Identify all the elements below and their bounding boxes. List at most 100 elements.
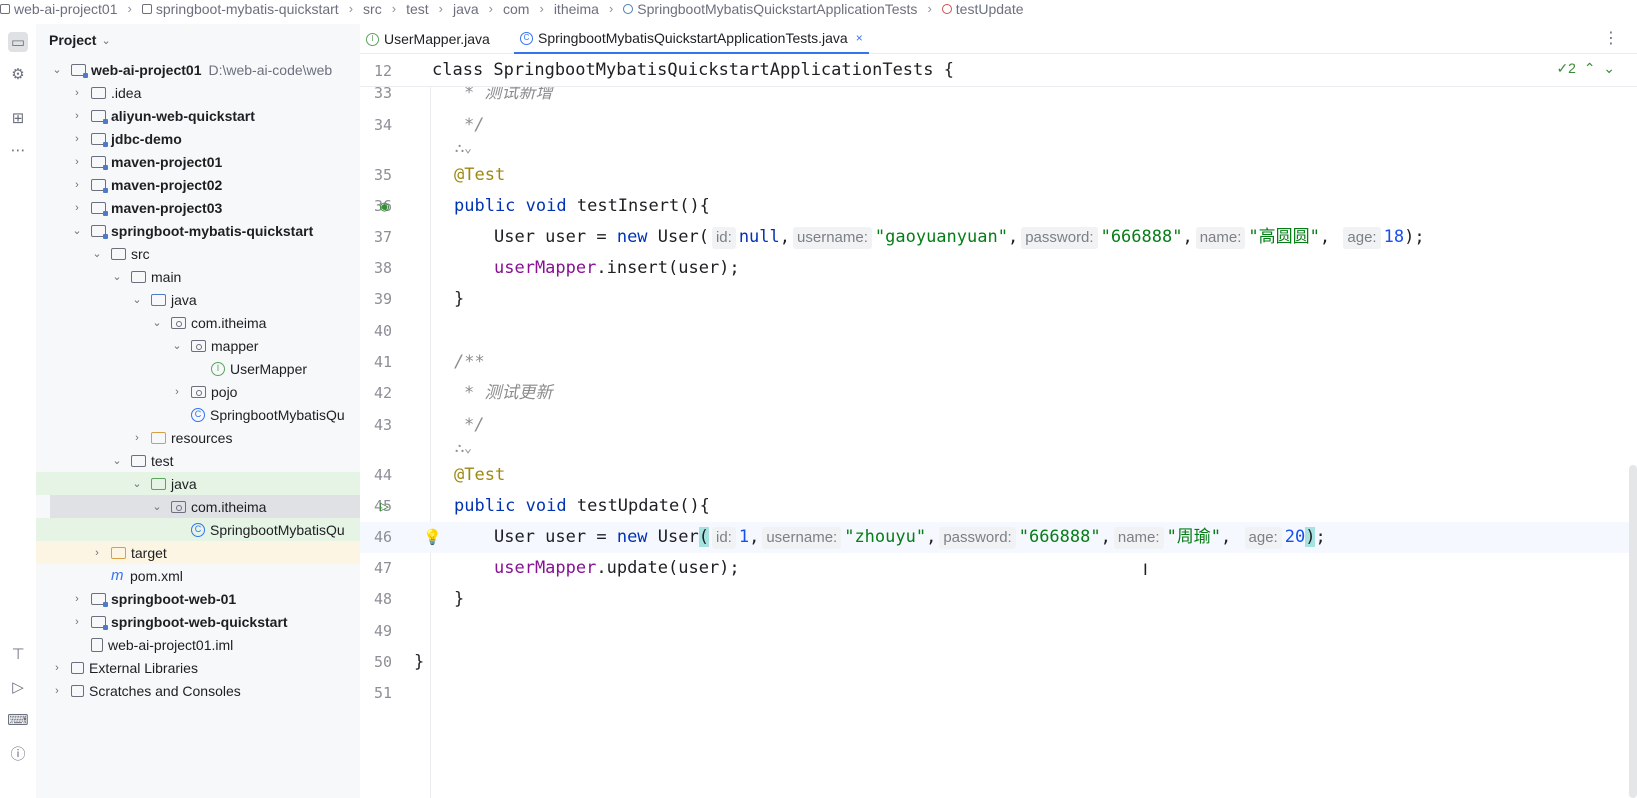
tree-item-test-package[interactable]: ⌄ com.itheima [50, 495, 360, 518]
structure-icon[interactable]: ⊞ [8, 108, 28, 128]
chevron-right-icon[interactable]: › [92, 547, 102, 559]
code-line-34: 34 */ [360, 110, 1637, 141]
chevron-down-icon[interactable]: ⌄ [132, 293, 142, 306]
chevron-right-icon[interactable]: › [72, 616, 82, 628]
chevron-right-icon[interactable]: › [72, 156, 82, 168]
build-icon[interactable]: ⊤ [8, 644, 28, 664]
chevron-right-icon[interactable]: › [132, 432, 142, 444]
line-number: 42 [373, 384, 392, 402]
chevron-right-icon[interactable]: › [72, 593, 82, 605]
breadcrumb-item-src[interactable]: src [363, 1, 382, 17]
tree-item-pojo[interactable]: › pojo [36, 380, 360, 403]
chevron-right-icon[interactable]: › [72, 87, 82, 99]
code-line-48: 48} [360, 584, 1637, 615]
more-icon[interactable]: ⋯ [8, 140, 28, 160]
tree-item-usermapper[interactable]: I UserMapper [36, 357, 360, 380]
chevron-right-icon[interactable]: › [172, 386, 182, 398]
inspection-widget[interactable]: ✓2 ⌃ ⌄ [1556, 60, 1615, 77]
comment-text: */ [464, 415, 485, 435]
tree-item-jdbc[interactable]: › jdbc-demo [36, 127, 360, 150]
code-editor[interactable]: 12 class SpringbootMybatisQuickstartAppl… [360, 55, 1637, 798]
breadcrumb-item-test[interactable]: test [406, 1, 429, 17]
chevron-down-icon[interactable]: ⌄ [92, 247, 102, 260]
tree-item-maven03[interactable]: › maven-project03 [36, 196, 360, 219]
chevron-right-icon[interactable]: › [52, 685, 62, 697]
line-number: 40 [373, 322, 392, 340]
module-folder-icon [91, 109, 108, 124]
run-icon[interactable]: ▷ [8, 677, 28, 697]
line-number: 39 [373, 290, 392, 308]
module-folder-icon [91, 155, 108, 170]
terminal-icon[interactable]: ⌨ [7, 710, 29, 730]
tree-item-test[interactable]: ⌄ test [36, 449, 360, 472]
tab-application-tests[interactable]: C SpringbootMybatisQuickstartApplicationT… [514, 24, 869, 54]
chevron-right-icon[interactable]: › [72, 133, 82, 145]
tree-item-web-quickstart[interactable]: › springboot-web-quickstart [36, 610, 360, 633]
chevron-down-icon[interactable]: ⌄ [112, 270, 122, 283]
breadcrumb-item-com[interactable]: com [503, 1, 529, 17]
tree-item-iml[interactable]: web-ai-project01.iml [36, 633, 360, 656]
tree-item-aliyun[interactable]: › aliyun-web-quickstart [36, 104, 360, 127]
tree-item-src[interactable]: ⌄ src [36, 242, 360, 265]
chevron-down-icon[interactable]: ⌄ [72, 224, 82, 237]
test-passed-run-icon[interactable]: ◉ [380, 191, 389, 222]
chevron-down-icon[interactable]: ⌄ [152, 316, 162, 329]
more-vertical-icon[interactable]: ⋮ [1603, 28, 1619, 48]
breadcrumb-item-java[interactable]: java [453, 1, 479, 17]
author-hint-icon[interactable]: ⛬⌄ [455, 138, 472, 160]
tree-item-mapper[interactable]: ⌄ mapper [36, 334, 360, 357]
breadcrumb-item-module[interactable]: springboot-mybatis-quickstart [141, 1, 339, 17]
tree-item-test-java[interactable]: ⌄ java [36, 472, 360, 495]
chevron-right-icon: › [488, 1, 494, 16]
chevron-right-icon[interactable]: › [52, 662, 62, 674]
line-number: 48 [373, 590, 392, 608]
code-line-51: 51 [360, 678, 1637, 709]
run-test-icon[interactable]: ▷ [380, 491, 389, 522]
tree-item-project-root[interactable]: ⌄ web-ai-project01 D:\web-ai-code\web [36, 58, 360, 81]
breadcrumb-item-project[interactable]: web-ai-project01 [0, 1, 118, 17]
project-panel-title[interactable]: Project ⌄ [49, 32, 111, 48]
chevron-down-icon[interactable]: ⌄ [1603, 60, 1615, 76]
chevron-down-icon[interactable]: ⌄ [172, 339, 182, 352]
scrollbar[interactable] [1629, 465, 1637, 798]
chevron-down-icon[interactable]: ⌄ [152, 500, 162, 513]
tree-item-resources[interactable]: › resources [36, 426, 360, 449]
module-folder-icon [91, 201, 108, 216]
chevron-down-icon[interactable]: ⌄ [132, 477, 142, 490]
chevron-down-icon[interactable]: ⌄ [52, 63, 62, 76]
chevron-right-icon[interactable]: › [72, 110, 82, 122]
chevron-right-icon[interactable]: › [72, 179, 82, 191]
problems-icon[interactable]: ⓘ [8, 743, 28, 763]
breadcrumb-item-itheima[interactable]: itheima [554, 1, 599, 17]
tree-item-target[interactable]: › target [36, 541, 360, 564]
tree-item-main-app-class[interactable]: C SpringbootMybatisQu [36, 403, 360, 426]
chevron-down-icon[interactable]: ⌄ [112, 454, 122, 467]
tree-item-web01[interactable]: › springboot-web-01 [36, 587, 360, 610]
close-icon[interactable]: × [856, 31, 863, 45]
tree-item-scratches[interactable]: › Scratches and Consoles [36, 679, 360, 702]
tree-item-idea[interactable]: › .idea [36, 81, 360, 104]
param-hint: id: [711, 227, 736, 249]
tree-item-mybatis-module[interactable]: ⌄ springboot-mybatis-quickstart [36, 219, 360, 242]
tab-usermapper[interactable]: I UserMapper.java [360, 24, 496, 54]
chevron-right-icon[interactable]: › [72, 202, 82, 214]
tree-item-maven02[interactable]: › maven-project02 [36, 173, 360, 196]
line-number: 37 [373, 228, 392, 246]
module-folder-icon [91, 132, 108, 147]
tree-item-main[interactable]: ⌄ main [36, 265, 360, 288]
breadcrumb-item-class[interactable]: SpringbootMybatisQuickstartApplicationTe… [623, 1, 917, 17]
breadcrumb-item-method[interactable]: testUpdate [941, 1, 1024, 17]
lightbulb-icon[interactable]: 💡 [423, 522, 442, 553]
tree-item-test-class[interactable]: C SpringbootMybatisQu [36, 518, 360, 541]
tree-item-pom[interactable]: m pom.xml [36, 564, 360, 587]
tree-item-external-libraries[interactable]: › External Libraries [36, 656, 360, 679]
tree-item-maven01[interactable]: › maven-project01 [36, 150, 360, 173]
author-hint-icon[interactable]: ⛬⌄ [455, 438, 472, 460]
chevron-up-icon[interactable]: ⌃ [1584, 60, 1596, 76]
folder-icon[interactable]: ▭ [8, 32, 28, 52]
param-hint: username: [762, 527, 842, 549]
tree-item-main-package[interactable]: ⌄ com.itheima [36, 311, 360, 334]
code-line-38: 38 userMapper.insert(user); [360, 253, 1637, 284]
gear-icon[interactable]: ⚙ [8, 64, 28, 84]
tree-item-main-java[interactable]: ⌄ java [36, 288, 360, 311]
